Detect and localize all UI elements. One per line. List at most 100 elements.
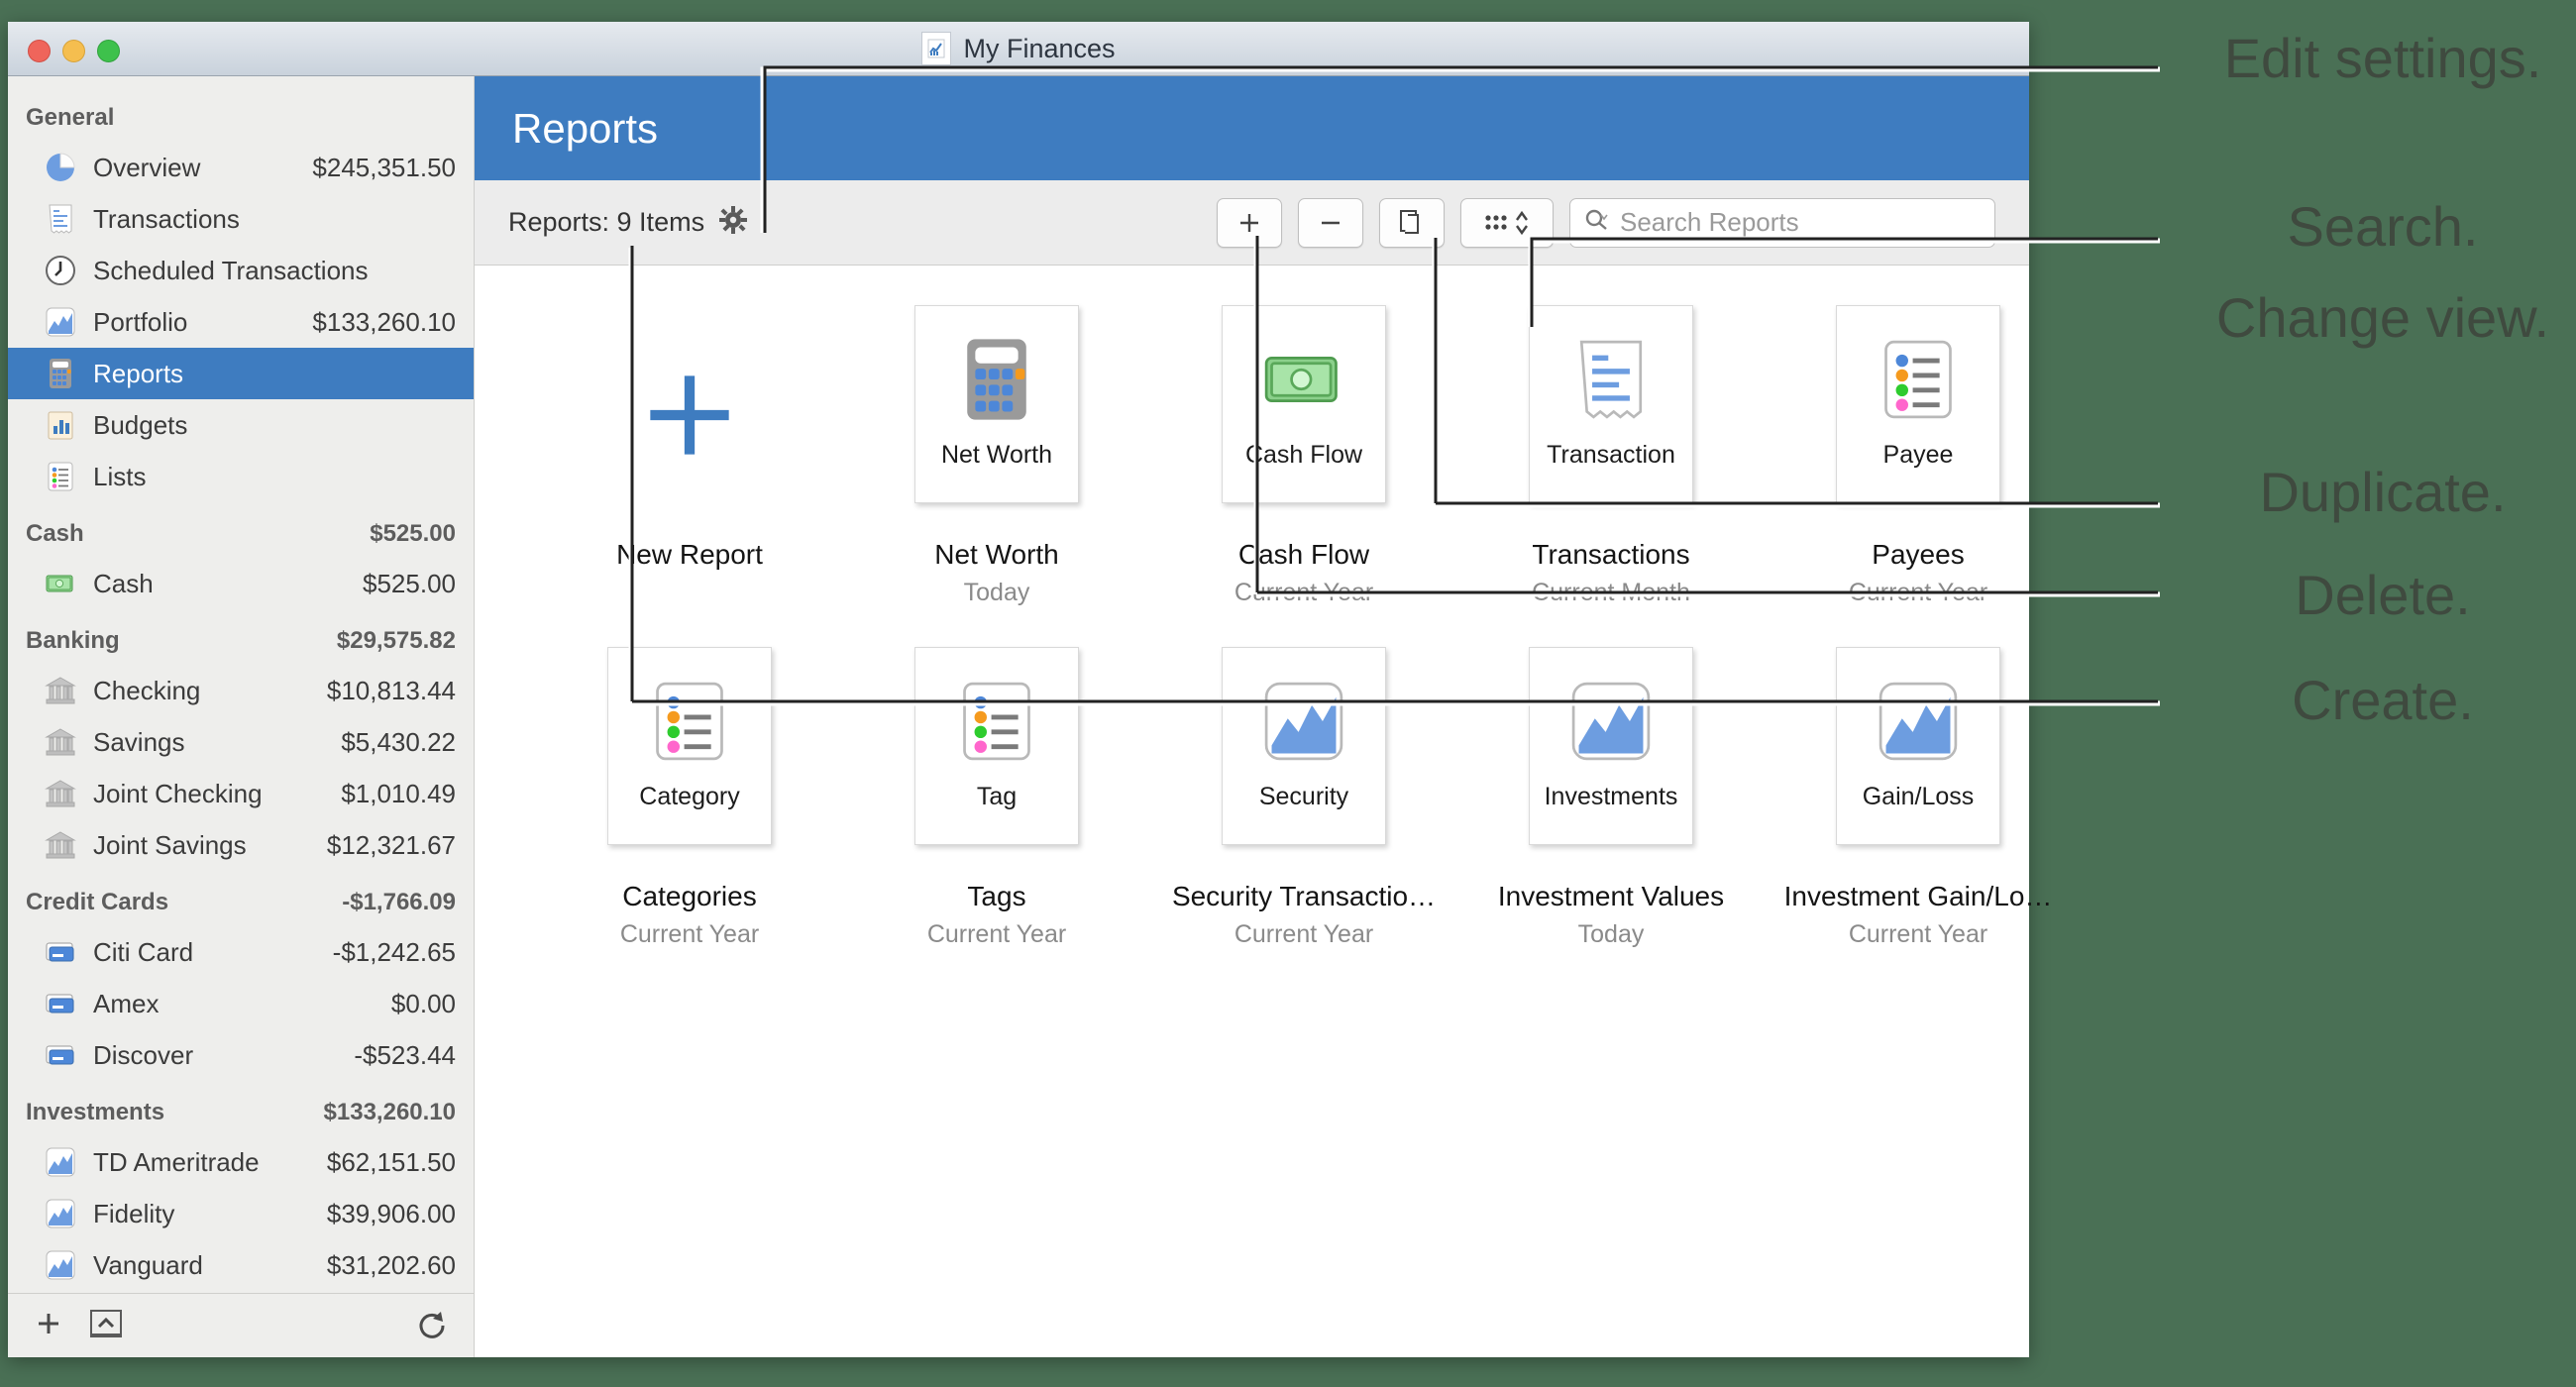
report-card[interactable] [607,305,772,503]
sidebar-item-label: Fidelity [93,1199,311,1229]
sidebar-item-overview[interactable]: Overview $245,351.50 [8,142,474,193]
sidebar-item-fidelity[interactable]: Fidelity $39,906.00 [8,1188,474,1239]
report-card[interactable]: Transaction [1529,305,1693,503]
report-subtitle: Today [1578,920,1645,949]
bank-icon [44,725,77,759]
credit-card-icon [44,935,77,969]
report-card-label: Investments [1545,783,1678,811]
sidebar-footer [8,1293,474,1357]
report-card[interactable]: Category [607,647,772,845]
sidebar-item-discover[interactable]: Discover-$523.44 [8,1029,474,1081]
sidebar-item-portfolio[interactable]: Portfolio$133,260.10 [8,296,474,348]
report-card[interactable]: Payee [1836,305,2000,503]
sidebar-item-savings[interactable]: Savings$5,430.22 [8,716,474,768]
sidebar-item-label: Checking [93,676,311,706]
report-subtitle: Current Year [1234,920,1373,949]
report-tile[interactable]: New Report [536,305,843,607]
sidebar-item-label: Discover [93,1040,338,1071]
page-banner: Reports [475,76,2029,180]
sidebar-item-label: Citi Card [93,937,317,968]
sidebar-item-joint-savings[interactable]: Joint Savings $12,321.67 [8,819,474,871]
report-title: Transactions [1532,539,1689,571]
sidebar-item-joint-checking[interactable]: Joint Checking$1,010.49 [8,768,474,819]
change-view-control[interactable] [1460,198,1554,248]
sidebar-item-amex[interactable]: Amex$0.00 [8,978,474,1029]
sidebar-group-total: -$1,766.09 [342,889,456,916]
report-subtitle: Current Year [1849,579,1987,607]
sidebar-group-header: Credit Cards-$1,766.09 [8,871,474,926]
sidebar-item-vanguard[interactable]: Vanguard$31,202.60 [8,1239,474,1291]
sidebar-item-td-ameritrade[interactable]: TD Ameritrade$62,151.50 [8,1136,474,1188]
item-count-label: Reports: 9 Items [508,207,704,238]
sidebar-item-amount: $12,321.67 [327,830,456,861]
report-tile[interactable]: Net WorthNet WorthToday [843,305,1150,607]
bank-icon [44,777,77,810]
sidebar-item-label: Joint Savings [93,830,311,861]
report-title: Cash Flow [1238,539,1369,571]
sidebar-item-reports[interactable]: Reports [8,348,474,399]
sidebar-list[interactable]: General Overview $245,351.50 TransactionsSc… [8,76,474,1293]
report-tile[interactable]: SecuritySecurity Transactio…Current Year [1150,647,1457,949]
report-tile[interactable]: PayeePayeesCurrent Year [1765,305,2072,607]
report-tile[interactable]: CategoryCategoriesCurrent Year [536,647,843,949]
sidebar-item-lists[interactable]: Lists [8,451,474,502]
report-tile[interactable]: Transaction Transactions Current Month [1457,305,1765,607]
sidebar-item-label: Savings [93,727,325,758]
report-card[interactable]: Security [1222,647,1386,845]
report-title: Investment Values [1498,881,1724,912]
sidebar-item-label: Lists [93,462,440,492]
search-reports-field[interactable]: Search Reports [1569,198,1995,248]
sidebar-item-label: TD Ameritrade [93,1147,311,1178]
report-subtitle: Current Year [1234,579,1373,607]
sidebar-item-transactions[interactable]: Transactions [8,193,474,245]
annotation-create: Create. [2175,672,2576,729]
sidebar-group-header: Investments$133,260.10 [8,1081,474,1136]
report-card-label: Category [639,783,739,811]
sidebar-item-checking[interactable]: Checking $10,813.44 [8,665,474,716]
list-icon [1873,328,1964,431]
sidebar-item-cash[interactable]: Cash$525.00 [8,558,474,609]
report-subtitle: Current Year [927,920,1066,949]
sidebar-item-amount: $39,906.00 [327,1199,456,1229]
add-report-button[interactable] [1217,198,1282,248]
receipt-icon [1565,328,1657,431]
clock-icon [44,254,77,287]
sidebar-group-header: Cash$525.00 [8,502,474,558]
report-tile[interactable]: Gain/LossInvestment Gain/Lo…Current Year [1765,647,2072,949]
sidebar-item-amount: $10,813.44 [327,676,456,706]
report-card[interactable]: Net Worth [914,305,1079,503]
sidebar-item-amount: -$1,242.65 [333,937,456,968]
banknote-icon [1258,328,1349,431]
sidebar-item-label: Joint Checking [93,779,325,809]
report-subtitle: Current Month [1532,579,1690,607]
sidebar-item-label: Amex [93,989,376,1019]
sidebar-item-amount: $245,351.50 [312,153,456,183]
report-card[interactable]: Investments [1529,647,1693,845]
chevron-up-box-icon[interactable] [89,1309,123,1343]
report-card[interactable]: Cash Flow [1222,305,1386,503]
refresh-icon[interactable] [416,1308,448,1344]
sidebar-item-label: Reports [93,359,440,389]
sidebar-item-citi-card[interactable]: Citi Card -$1,242.65 [8,926,474,978]
plus-icon[interactable] [34,1309,63,1343]
stepper-up-down-icon [1513,207,1531,239]
report-tile[interactable]: Investments Investment Values Today [1457,647,1765,949]
bank-icon [44,674,77,707]
credit-card-icon [44,1038,77,1072]
gear-icon[interactable] [718,205,748,240]
area-chart-icon [1258,670,1349,773]
sidebar-group-header: General [8,86,474,142]
report-card-label: Security [1259,783,1348,811]
sidebar-item-label: Overview [93,153,296,183]
delete-report-button[interactable] [1298,198,1363,248]
sidebar-item-budgets[interactable]: Budgets [8,399,474,451]
duplicate-report-button[interactable] [1379,198,1445,248]
page-title: Reports [475,105,658,153]
sidebar-item-scheduled-transactions[interactable]: Scheduled Transactions [8,245,474,296]
area-chart-icon [44,305,77,339]
report-card[interactable]: Gain/Loss [1836,647,2000,845]
report-tile[interactable]: Cash Flow Cash Flow Current Year [1150,305,1457,607]
report-card[interactable]: Tag [914,647,1079,845]
report-tile[interactable]: Tag Tags Current Year [843,647,1150,949]
report-title: Tags [967,881,1025,912]
